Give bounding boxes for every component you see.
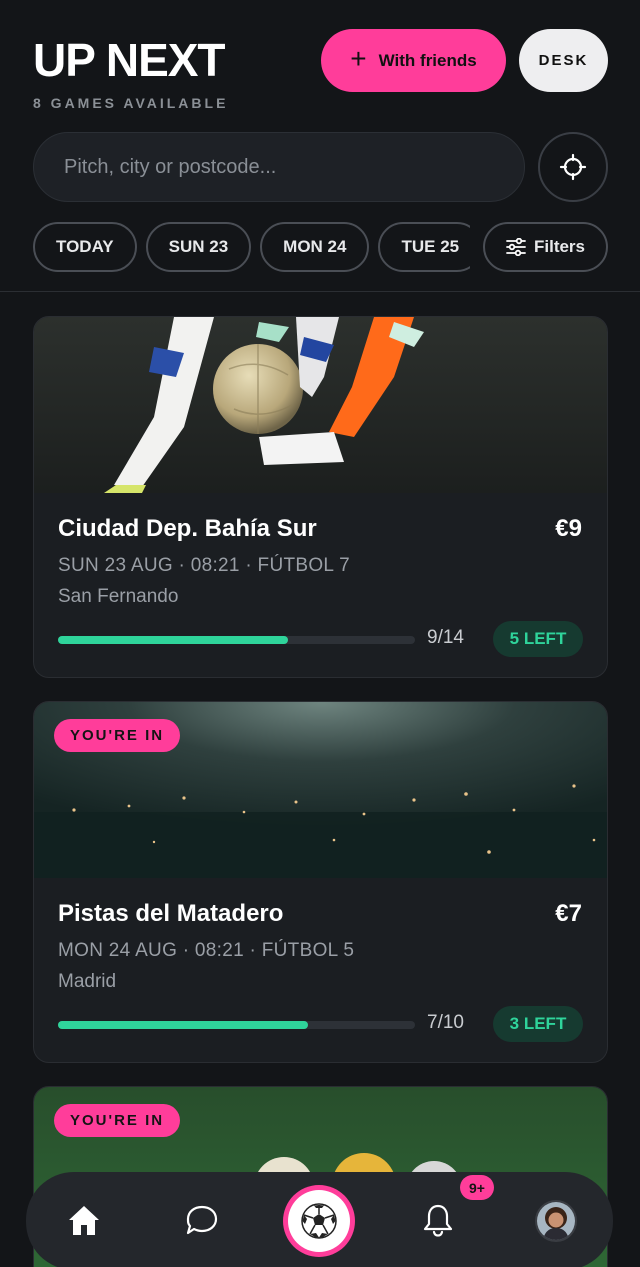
home-icon <box>69 1206 99 1235</box>
price: €7 <box>555 900 582 927</box>
spots-left-badge: 3 LEFT <box>493 1006 583 1042</box>
search-placeholder: Pitch, city or postcode... <box>64 155 277 178</box>
chip-today[interactable]: TODAY <box>33 222 137 272</box>
desk-button[interactable]: DESK <box>519 29 608 92</box>
nav-chat[interactable] <box>180 1198 224 1242</box>
game-city: Madrid <box>58 971 117 992</box>
spots-progress-fill <box>58 636 288 644</box>
search-input[interactable]: Pitch, city or postcode... <box>33 132 525 202</box>
date-chips: TODAY SUN 23 MON 24 TUE 25 <box>33 222 470 272</box>
plus-icon: + <box>350 43 367 74</box>
sliders-icon <box>506 238 526 256</box>
card-body: Ciudad Dep. Bahía Sur €9 SUN 23 AUG · 08… <box>34 493 607 677</box>
bottom-nav: 9+ <box>26 1172 613 1267</box>
game-meta: MON 24 AUG · 08:21 · FÚTBOL 5 <box>58 940 355 961</box>
nav-play-inner <box>288 1190 350 1252</box>
with-friends-label: With friends <box>378 50 477 70</box>
spots-left-badge: 5 LEFT <box>493 621 583 657</box>
chip-sun-23[interactable]: SUN 23 <box>145 222 252 272</box>
nav-play[interactable] <box>283 1185 355 1257</box>
page-title: UP NEXT <box>33 34 226 86</box>
players-count: 7/10 <box>427 1012 464 1033</box>
soccer-ball-icon <box>301 1203 337 1239</box>
players-count: 9/14 <box>427 627 464 648</box>
locate-button[interactable] <box>538 132 608 202</box>
crosshair-icon <box>559 153 587 181</box>
venue-name: Ciudad Dep. Bahía Sur <box>58 515 317 542</box>
bell-icon <box>423 1204 453 1237</box>
game-city: San Fernando <box>58 586 179 607</box>
night-stadium-photo: YOU'RE IN <box>34 702 607 878</box>
notification-count-badge: 9+ <box>460 1175 494 1200</box>
joined-badge: YOU'RE IN <box>54 1104 181 1137</box>
football-tackle-photo <box>34 317 607 493</box>
spots-progress <box>58 1021 415 1029</box>
price: €9 <box>555 515 582 542</box>
with-friends-button[interactable]: + With friends <box>321 29 506 92</box>
header: UP NEXT 8 GAMES AVAILABLE + With friends… <box>0 0 640 292</box>
game-card[interactable]: Ciudad Dep. Bahía Sur €9 SUN 23 AUG · 08… <box>33 316 608 678</box>
spots-progress <box>58 636 415 644</box>
game-meta: SUN 23 AUG · 08:21 · FÚTBOL 7 <box>58 555 351 576</box>
filters-label: Filters <box>533 237 586 256</box>
header-divider <box>0 291 640 292</box>
avatar[interactable] <box>535 1200 577 1242</box>
nav-notifications[interactable] <box>416 1198 460 1242</box>
card-body: Pistas del Matadero €7 MON 24 AUG · 08:2… <box>34 878 607 1062</box>
filters-button[interactable]: Filters <box>483 222 608 272</box>
joined-badge: YOU'RE IN <box>54 719 181 752</box>
game-card[interactable]: YOU'RE IN Pistas del Matadero €7 MON 24 … <box>33 701 608 1063</box>
games-count: 8 GAMES AVAILABLE <box>33 95 229 111</box>
chat-icon <box>186 1205 218 1235</box>
chip-tue-25[interactable]: TUE 25 <box>378 222 470 272</box>
venue-name: Pistas del Matadero <box>58 900 284 927</box>
spots-progress-fill <box>58 1021 308 1029</box>
nav-home[interactable] <box>62 1198 106 1242</box>
chip-mon-24[interactable]: MON 24 <box>260 222 370 272</box>
